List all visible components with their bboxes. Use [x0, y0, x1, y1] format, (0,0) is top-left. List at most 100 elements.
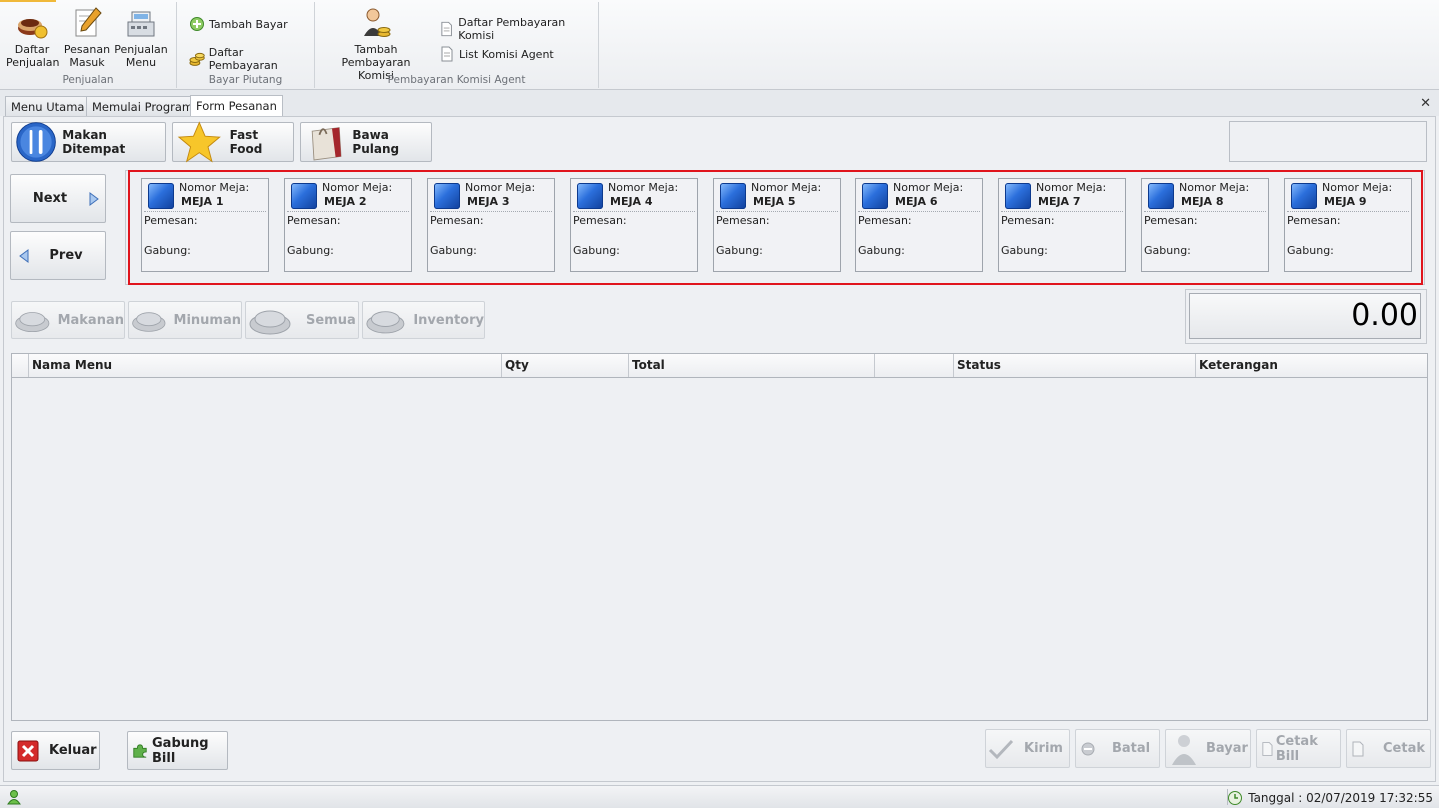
- total-display: 0.00: [1189, 293, 1421, 339]
- pesanan-masuk-button[interactable]: Pesanan Masuk: [62, 6, 112, 69]
- category-makanan-button[interactable]: Makanan: [11, 301, 125, 339]
- cash-register-icon: [127, 11, 155, 37]
- ribbon-group-bayar-piutang: Tambah Bayar Daftar Pembayaran Bayar Piu…: [177, 2, 315, 88]
- category-semua-button[interactable]: Semua: [245, 301, 359, 339]
- checkmark-icon: [988, 739, 1014, 759]
- close-red-icon: [17, 740, 39, 761]
- tambah-bayar-button[interactable]: Tambah Bayar: [189, 16, 288, 32]
- next-label: Next: [32, 191, 68, 206]
- food-tray-icon: [249, 310, 291, 335]
- category-semua-label: Semua: [306, 312, 356, 328]
- tambah-pembayaran-komisi-label: Tambah Pembayaran: [341, 43, 411, 69]
- highlight-frame: [128, 170, 1423, 285]
- bawa-pulang-label: Bawa Pulang: [352, 128, 400, 156]
- daftar-penjualan-button[interactable]: Daftar Penjualan: [6, 6, 60, 69]
- puzzle-icon: [133, 743, 147, 758]
- tab-form-pesanan[interactable]: Form Pesanan: [190, 95, 283, 116]
- column-keterangan[interactable]: Keterangan: [1196, 354, 1427, 377]
- ribbon-group-komisi: Tambah Pembayaran Komisi Daftar Pembayar…: [315, 2, 599, 88]
- prev-label: Prev: [49, 248, 83, 263]
- star-icon: [177, 121, 221, 163]
- column-status[interactable]: Status: [954, 354, 1196, 377]
- document-tabs: Menu Utama Memulai Program Form Pesanan: [0, 90, 1439, 116]
- ribbon: Daftar Penjualan Pesanan Masuk Penjualan…: [0, 0, 1439, 90]
- keluar-label: Keluar: [49, 743, 97, 758]
- bayar-button[interactable]: Bayar: [1165, 729, 1251, 768]
- arrow-right-icon: [89, 192, 99, 206]
- status-datetime: Tanggal : 02/07/2019 17:32:55: [1227, 790, 1433, 806]
- gabung-bill-label: Gabung Bill: [152, 735, 209, 766]
- row-indicator-header: [12, 354, 29, 377]
- info-box: [1229, 121, 1427, 162]
- document-icon: [1352, 741, 1364, 756]
- category-inventory-label: Inventory: [413, 312, 484, 328]
- batal-button[interactable]: Batal: [1075, 729, 1160, 768]
- category-minuman-label: Minuman: [173, 312, 241, 328]
- batal-label: Batal: [1112, 741, 1151, 756]
- list-komisi-agent-button[interactable]: List Komisi Agent: [439, 46, 554, 62]
- cashier-icon: [1172, 734, 1196, 765]
- daftar-pembayaran-label: Daftar Pembayaran: [208, 46, 278, 72]
- column-nama-menu[interactable]: Nama Menu: [29, 354, 502, 377]
- order-grid[interactable]: Nama Menu Qty Total Status Keterangan: [11, 353, 1428, 721]
- keluar-button[interactable]: Keluar: [11, 731, 100, 770]
- column-blank[interactable]: [875, 354, 954, 377]
- daftar-penjualan-label: Daftar: [14, 43, 50, 56]
- document-icon: [441, 46, 453, 62]
- coins-icon: [189, 52, 205, 66]
- add-circle-icon: [190, 17, 204, 31]
- status-tanggal-label: Tanggal : 02/07/2019 17:32:55: [1248, 791, 1433, 805]
- shopping-bag-icon: [311, 127, 342, 161]
- user-icon: [7, 790, 21, 805]
- grid-header: Nama Menu Qty Total Status Keterangan: [12, 354, 1427, 378]
- category-inventory-button[interactable]: Inventory: [362, 301, 485, 339]
- daftar-pembayaran-button[interactable]: Daftar Pembayaran: [189, 46, 314, 72]
- tambah-pembayaran-komisi-button[interactable]: Tambah Pembayaran Komisi: [321, 6, 431, 82]
- clock-icon: [1228, 791, 1243, 805]
- cetak-bill-label: Cetak Bill: [1275, 733, 1318, 764]
- fast-food-button[interactable]: Fast Food: [172, 121, 294, 163]
- column-qty[interactable]: Qty: [502, 354, 629, 377]
- close-tab-icon[interactable]: ✕: [1420, 96, 1431, 111]
- fork-knife-icon: [16, 122, 56, 162]
- list-komisi-agent-label: List Komisi Agent: [459, 47, 554, 61]
- makan-ditempat-label: Makan Ditempat: [62, 128, 126, 156]
- group-caption-komisi: Pembayaran Komisi Agent: [387, 74, 526, 86]
- prev-button[interactable]: Prev: [10, 231, 106, 280]
- daftar-penjualan-label-2: Penjualan: [6, 56, 60, 69]
- minus-circle-icon: [1081, 742, 1095, 755]
- food-bowl-icon: [18, 19, 48, 39]
- category-makanan-label: Makanan: [57, 312, 124, 328]
- pesanan-masuk-label-2: Masuk: [69, 56, 105, 69]
- next-button[interactable]: Next: [10, 174, 106, 223]
- category-minuman-button[interactable]: Minuman: [128, 301, 242, 339]
- tab-menu-utama[interactable]: Menu Utama: [5, 96, 91, 116]
- status-bar: Tanggal : 02/07/2019 17:32:55: [0, 785, 1439, 808]
- column-total[interactable]: Total: [629, 354, 875, 377]
- kirim-label: Kirim: [1024, 741, 1063, 756]
- cetak-label: Cetak: [1383, 741, 1425, 756]
- tambah-bayar-label: Tambah Bayar: [209, 17, 288, 31]
- penjualan-menu-button[interactable]: Penjualan Menu: [114, 6, 168, 69]
- penjualan-menu-label-2: Menu: [125, 56, 157, 69]
- ribbon-group-penjualan: Daftar Penjualan Pesanan Masuk Penjualan…: [0, 2, 177, 88]
- arrow-left-icon: [19, 249, 29, 263]
- bawa-pulang-button[interactable]: Bawa Pulang: [300, 122, 432, 162]
- cetak-button[interactable]: Cetak: [1346, 729, 1431, 768]
- agent-coins-icon: [364, 8, 391, 37]
- document-icon: [1262, 741, 1273, 756]
- food-tray-icon: [15, 312, 50, 333]
- daftar-pembayaran-komisi-button[interactable]: Daftar Pembayaran Komisi: [439, 16, 598, 42]
- document-icon: [441, 21, 452, 37]
- group-caption-penjualan: Penjualan: [62, 74, 114, 86]
- fast-food-label: Fast Food: [229, 128, 263, 156]
- cetak-bill-button[interactable]: Cetak Bill: [1256, 729, 1341, 768]
- food-tray-icon: [132, 312, 166, 332]
- gabung-bill-button[interactable]: Gabung Bill: [127, 731, 228, 770]
- daftar-pembayaran-komisi-label: Daftar Pembayaran Komisi: [458, 16, 566, 42]
- tab-memulai-program[interactable]: Memulai Program: [86, 96, 200, 116]
- kirim-button[interactable]: Kirim: [985, 729, 1070, 768]
- food-tray-icon: [366, 311, 405, 334]
- makan-ditempat-button[interactable]: Makan Ditempat: [11, 122, 166, 162]
- bayar-label: Bayar: [1206, 741, 1248, 756]
